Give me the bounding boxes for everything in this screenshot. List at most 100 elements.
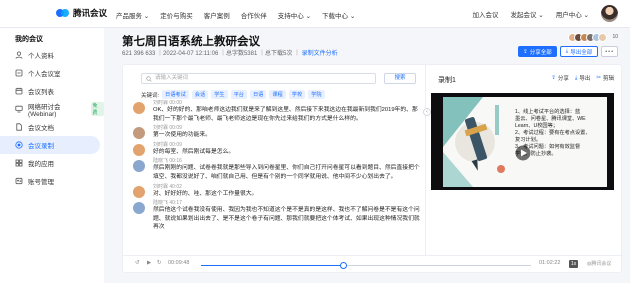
sidebar-item-personal-room[interactable]: 个人会议室 xyxy=(0,64,104,82)
video-preview[interactable]: 1、线上考试平台的选择：蓝 墨云、问卷星、腾讯课堂、WE Learn、U校园等；… xyxy=(431,93,614,190)
speaker-avatar xyxy=(133,160,145,173)
clip-label: 剪辑 xyxy=(602,76,614,82)
play-button-icon[interactable]: ▶ xyxy=(147,260,151,266)
transcript-text: OK、好的好的、那咱老师这边我们就是来了解到这里、然后接下来我这边在我最新到我们… xyxy=(153,107,418,122)
user-center-link[interactable]: 用户中心 ⌄ xyxy=(556,9,589,19)
sidebar-item-label: 我的应用 xyxy=(28,161,54,168)
keyword-tag[interactable]: 学校 xyxy=(288,90,306,99)
share-icon: ⇪ xyxy=(523,48,528,55)
export-icon: ⤓ xyxy=(574,74,578,81)
recording-analysis-link[interactable]: 录制文件分析 xyxy=(302,51,338,57)
collapse-toggle-icon[interactable]: ‹ xyxy=(423,108,431,116)
sidebar-item-label: 网络研讨会(Webinar) xyxy=(28,103,61,118)
participant-avatars[interactable] xyxy=(568,33,607,42)
speaker-avatar xyxy=(133,202,145,215)
keyword-search-input[interactable]: 请输入关键词 xyxy=(141,73,376,84)
sidebar-item-label: 个人会议室 xyxy=(28,71,61,78)
keyword-tag[interactable]: 课程 xyxy=(269,90,286,99)
more-button[interactable]: ••• xyxy=(601,46,618,57)
speaker-avatar xyxy=(133,127,145,140)
monitor-icon xyxy=(15,105,23,113)
progress-track[interactable] xyxy=(201,262,531,269)
nav-cases[interactable]: 客户案例 xyxy=(204,10,230,20)
speaker-avatar xyxy=(133,185,145,198)
sidebar: 我的会议 个人资料 个人会议室 会议列表 网络研讨会(Webinar) 免费 会… xyxy=(0,28,104,283)
search-button[interactable]: 搜索 xyxy=(384,73,416,84)
transcript-column: 请输入关键词 搜索 关键词: 日语考试 会话 学生 平台 日语 课程 学校 学院… xyxy=(123,65,426,255)
transcript-entry[interactable]: 刘时霖 40:02 对、好好好的、哇、那这个工作量很大。 xyxy=(133,184,421,199)
sidebar-item-apps[interactable]: 我的应用 xyxy=(0,154,104,172)
speed-button[interactable]: 1x xyxy=(569,260,579,268)
share-icon: ⇪ xyxy=(551,75,556,81)
recording-tools: ⇪ 分享 ⤓ 导出 ✂ 剪辑 xyxy=(551,74,614,83)
transcript-entry[interactable]: 陆晓飞 40:17 然后他这个试卷我没有使用、我因为我也不知道这个是不是真的是这… xyxy=(133,200,421,232)
top-right-actions: 加入会议 发起会议 ⌄ 用户中心 ⌄ xyxy=(472,5,618,22)
sidebar-item-documents[interactable]: 会议文档 xyxy=(0,118,104,136)
sidebar-item-meeting-list[interactable]: 会议列表 xyxy=(0,82,104,100)
transcript-text: 好的每室、然后刚试每是怎么。 xyxy=(153,148,235,155)
user-avatar[interactable] xyxy=(601,5,618,22)
export-label: 导出 xyxy=(579,76,591,82)
slide-illustration xyxy=(443,97,505,187)
keyword-tag[interactable]: 会话 xyxy=(191,90,209,99)
recording-column: 录制1 ⇪ 分享 ⤓ 导出 ✂ 剪辑 1、线上考试平台的选择：蓝 墨云、问卷星、… xyxy=(431,65,621,255)
keyword-tag[interactable]: 学生 xyxy=(211,90,228,99)
meeting-meta: 621 396 633 ｜2022-04-07 12:11:06 ｜总字数538… xyxy=(122,48,338,57)
keyword-tag[interactable]: 日语考试 xyxy=(162,90,189,99)
nav-download[interactable]: 下载中心 ⌄ xyxy=(322,10,355,20)
keyword-tag[interactable]: 学院 xyxy=(308,90,325,99)
keyword-tags: 关键词: 日语考试 会话 学生 平台 日语 课程 学校 学院 xyxy=(141,90,325,99)
tencent-meeting-watermark: ◍ 腾讯会议 xyxy=(587,260,612,268)
share-recording-button[interactable]: ⇪ 分享 xyxy=(551,74,569,82)
sidebar-item-label: 账号管理 xyxy=(28,179,54,186)
export-all-label: 导出全部 xyxy=(570,49,593,56)
user-icon xyxy=(15,51,23,59)
sidebar-item-label: 会议列表 xyxy=(28,89,54,96)
logo-icon xyxy=(56,8,70,18)
sidebar-item-profile[interactable]: 个人资料 xyxy=(0,46,104,64)
export-all-button[interactable]: ⤓ 导出全部 xyxy=(559,46,599,57)
transcript-entry[interactable]: 陆晓飞 00:16 然后刚刚的问题、试卷卷我就是那些导入到问卷星里、你们自己打开… xyxy=(133,158,421,181)
share-all-button[interactable]: ⇪ 分享全部 xyxy=(518,46,557,57)
speaker-avatar xyxy=(133,143,145,156)
app-icon xyxy=(15,159,23,167)
join-meeting-link[interactable]: 加入会议 xyxy=(472,9,498,19)
sidebar-item-webinar[interactable]: 网络研讨会(Webinar) 免费 xyxy=(0,100,104,118)
host-meeting-link[interactable]: 发起会议 ⌄ xyxy=(510,9,543,19)
sidebar-item-recordings[interactable]: 会议录制 xyxy=(0,136,100,154)
nav-pricing[interactable]: 定价与购买 xyxy=(160,10,193,20)
recording-title: 录制1 xyxy=(438,77,456,84)
nav-support[interactable]: 支持中心 ⌄ xyxy=(278,10,311,20)
account-icon xyxy=(15,177,23,185)
transcript-entry[interactable]: 刘时霖 00:09 好的每室、然后刚试每是怎么。 xyxy=(133,142,421,157)
transcript-list[interactable]: 刘时霖 00:00 OK、好的好的、那咱老师这边我们就是来了解到这里、然后接下来… xyxy=(133,100,421,250)
room-icon xyxy=(15,69,23,77)
clip-recording-button[interactable]: ✂ 剪辑 xyxy=(596,74,614,82)
forward-icon[interactable]: ↻ xyxy=(157,260,162,266)
playback-bar: ↺ ▶ ↻ 00:09:48 01:02:22 1x ◍ 腾讯会议 xyxy=(123,255,623,274)
sidebar-item-account[interactable]: 账号管理 xyxy=(0,172,104,190)
current-time: 00:09:48 xyxy=(168,260,190,266)
document-icon xyxy=(16,123,22,131)
recording-panel: 请输入关键词 搜索 关键词: 日语考试 会话 学生 平台 日语 课程 学校 学院… xyxy=(122,64,623,274)
header-actions: ⇪ 分享全部 ⤓ 导出全部 ••• xyxy=(518,46,618,57)
nav-products[interactable]: 产品服务 ⌄ xyxy=(116,10,149,20)
progress-fill xyxy=(201,265,343,266)
rewind-icon[interactable]: ↺ xyxy=(135,260,140,266)
play-icon[interactable] xyxy=(515,145,531,161)
keyword-tag[interactable]: 平台 xyxy=(230,90,247,99)
transcript-text: 然后刚刚的问题、试卷卷我就是那些导入到问卷星里、你们自己打开问卷星可以看到题目、… xyxy=(153,165,420,180)
tencent-meeting-logo[interactable]: 腾讯会议 xyxy=(56,7,107,19)
transcript-entry[interactable]: 刘时霖 00:09 第一次使用的功能来。 xyxy=(133,125,421,140)
watermark-text: 腾讯会议 xyxy=(591,261,612,267)
export-recording-button[interactable]: ⤓ 导出 xyxy=(574,74,591,83)
top-bar: 腾讯会议 产品服务 ⌄ 定价与购买 客户案例 合作伙伴 支持中心 ⌄ 下载中心 … xyxy=(0,0,630,28)
record-icon xyxy=(15,141,23,149)
transcript-text: 对、好好好的、哇、那这个工作量很大。 xyxy=(153,190,258,197)
transcript-entry[interactable]: 刘时霖 00:00 OK、好的好的、那咱老师这边我们就是来了解到这里、然后接下来… xyxy=(133,100,421,123)
keyword-tag[interactable]: 日语 xyxy=(249,90,267,99)
speaker-avatar xyxy=(133,102,145,114)
slide-frame: 1、线上考试平台的选择：蓝 墨云、问卷星、腾讯课堂、WE Learn、U校园等；… xyxy=(443,97,607,187)
progress-handle[interactable] xyxy=(339,262,347,269)
nav-partners[interactable]: 合作伙伴 xyxy=(241,10,267,20)
